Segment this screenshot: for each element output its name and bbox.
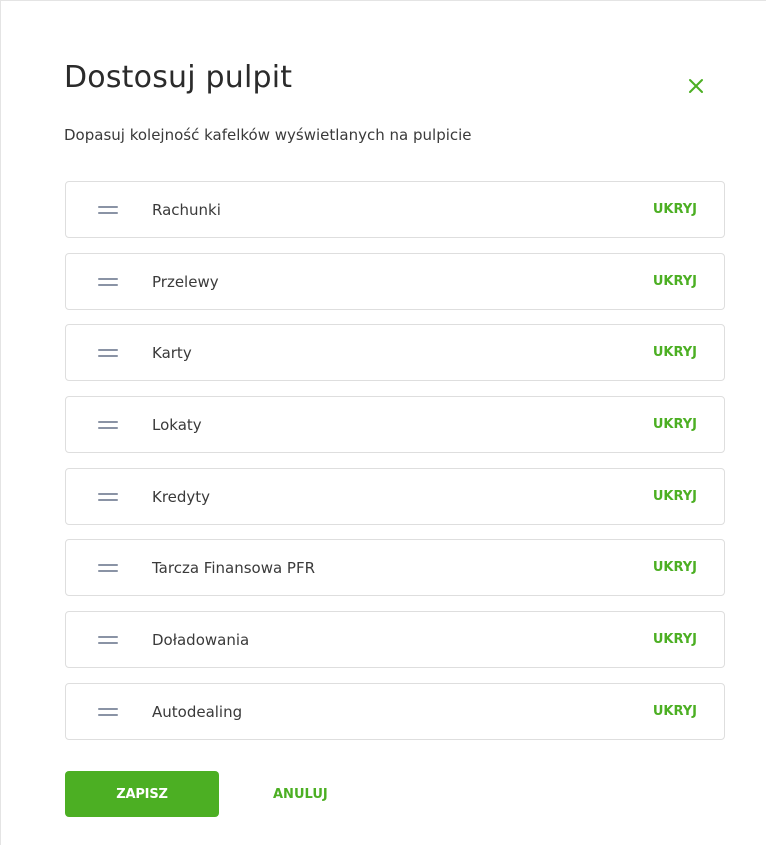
save-button[interactable]: ZAPISZ — [65, 771, 219, 817]
drag-handle-icon[interactable] — [98, 707, 118, 716]
hide-tile-button[interactable]: UKRYJ — [653, 416, 697, 434]
hide-tile-button[interactable]: UKRYJ — [653, 273, 697, 291]
close-button[interactable] — [681, 71, 711, 101]
drag-handle-icon[interactable] — [98, 636, 118, 645]
tile-row-kredyty[interactable]: Kredyty UKRYJ — [65, 467, 725, 525]
tile-label: Tarcza Finansowa PFR — [152, 559, 316, 578]
tile-row-karty[interactable]: Karty UKRYJ — [65, 324, 725, 382]
drag-handle-icon[interactable] — [98, 277, 118, 286]
customize-dashboard-dialog: Dostosuj pulpit Dopasuj kolejność kafelk… — [0, 0, 766, 845]
hide-tile-button[interactable]: UKRYJ — [653, 559, 697, 577]
tile-row-przelewy[interactable]: Przelewy UKRYJ — [65, 252, 725, 310]
tile-row-lokaty[interactable]: Lokaty UKRYJ — [65, 396, 725, 454]
tile-row-rachunki[interactable]: Rachunki UKRYJ — [65, 181, 725, 238]
tile-list: Rachunki UKRYJ Przelewy UKRYJ Karty UKRY… — [65, 181, 725, 755]
cancel-button[interactable]: ANULUJ — [263, 771, 338, 817]
tile-label: Kredyty — [152, 487, 211, 506]
drag-handle-icon[interactable] — [98, 349, 118, 358]
hide-tile-button[interactable]: UKRYJ — [653, 631, 697, 649]
tile-row-autodealing[interactable]: Autodealing UKRYJ — [65, 682, 725, 740]
tile-label: Rachunki — [152, 201, 221, 219]
drag-handle-icon[interactable] — [98, 421, 118, 430]
tile-label: Autodealing — [152, 702, 243, 721]
hide-tile-button[interactable]: UKRYJ — [653, 703, 697, 721]
tile-label: Lokaty — [152, 416, 202, 435]
tile-label: Karty — [152, 344, 192, 363]
tile-row-tarcza-finansowa-pfr[interactable]: Tarcza Finansowa PFR UKRYJ — [65, 539, 725, 597]
hide-tile-button[interactable]: UKRYJ — [653, 201, 697, 219]
drag-handle-icon[interactable] — [98, 206, 118, 214]
hide-tile-button[interactable]: UKRYJ — [653, 344, 697, 362]
tile-label: Przelewy — [152, 272, 219, 291]
hide-tile-button[interactable]: UKRYJ — [653, 488, 697, 506]
drag-handle-icon[interactable] — [98, 492, 118, 501]
dialog-subtitle: Dopasuj kolejność kafelków wyświetlanych… — [64, 126, 472, 144]
tile-row-doladowania[interactable]: Doładowania UKRYJ — [65, 611, 725, 669]
tile-label: Doładowania — [152, 631, 250, 650]
close-icon — [689, 79, 703, 93]
drag-handle-icon[interactable] — [98, 564, 118, 573]
dialog-title: Dostosuj pulpit — [64, 60, 293, 95]
